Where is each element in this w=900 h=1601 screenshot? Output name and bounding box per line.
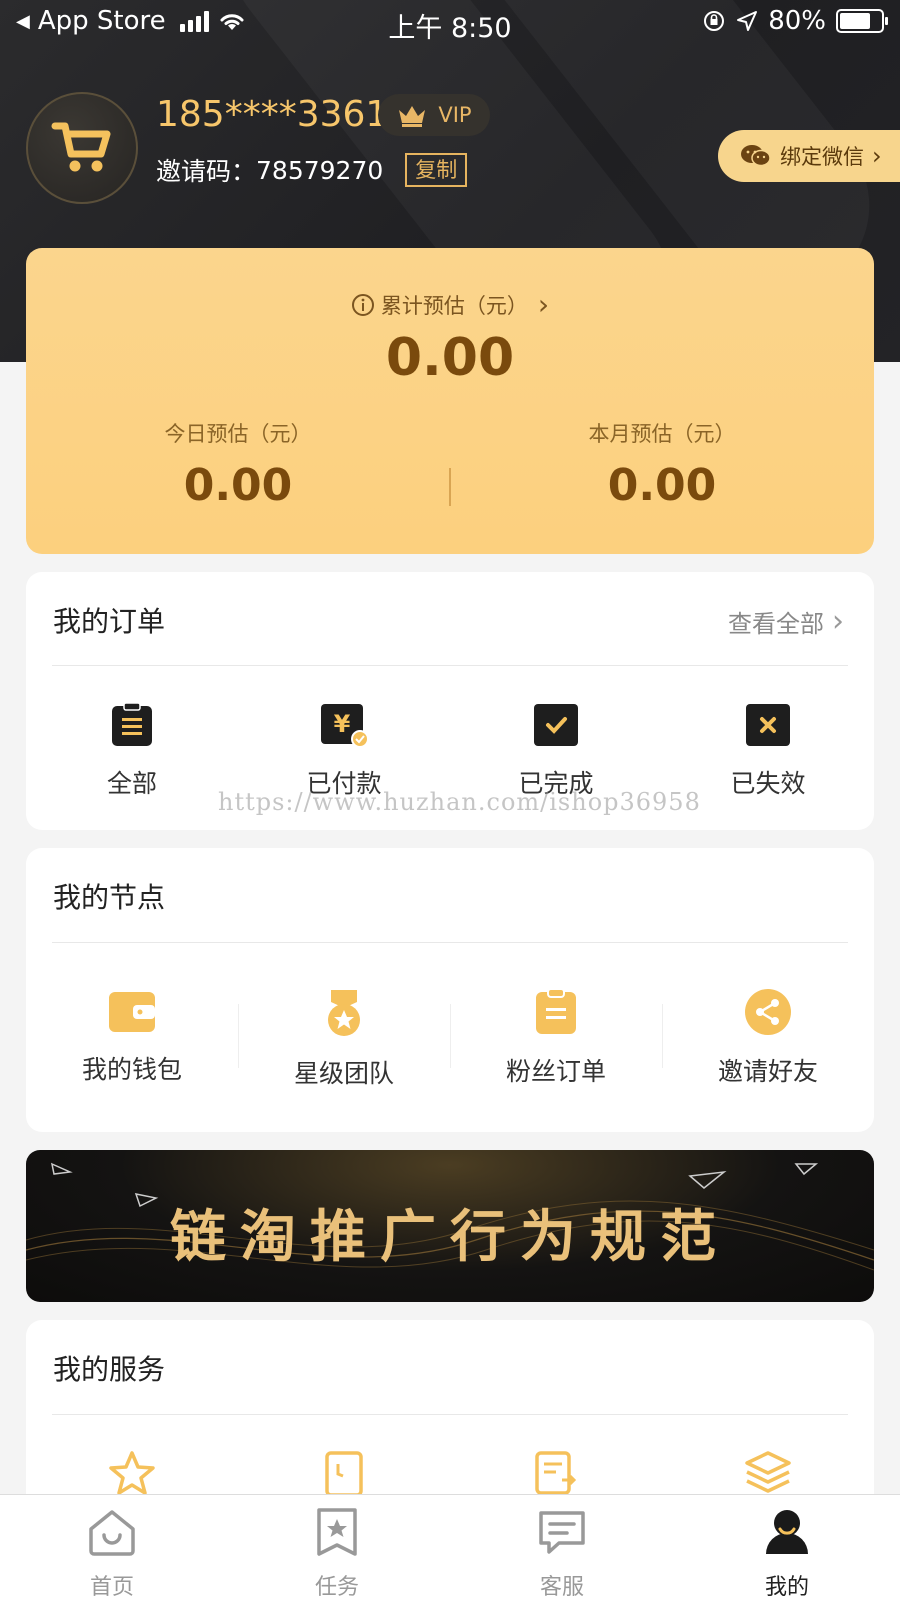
user-icon xyxy=(766,1510,808,1554)
view-all-orders-link[interactable]: 查看全部 › xyxy=(728,604,844,639)
divider xyxy=(52,942,848,943)
invite-prefix: 邀请码： xyxy=(156,157,257,186)
wechat-icon xyxy=(741,145,771,167)
tab-label: 任务 xyxy=(314,1575,359,1600)
info-icon xyxy=(351,293,374,316)
bookmark-icon xyxy=(325,1451,363,1497)
node-label: 我的钱包 xyxy=(81,1055,182,1084)
order-tab-completed[interactable]: 已完成 xyxy=(450,702,662,800)
service-item[interactable] xyxy=(662,1450,874,1500)
vip-label: VIP xyxy=(438,103,472,127)
bind-wechat-button[interactable]: 绑定微信 › xyxy=(718,130,900,182)
service-item[interactable] xyxy=(26,1450,238,1500)
nodes-title: 我的节点 xyxy=(53,881,166,914)
node-invite-friends[interactable]: 邀请好友 xyxy=(662,988,874,1088)
node-star-team[interactable]: 星级团队 xyxy=(238,988,450,1090)
task-icon xyxy=(317,1508,357,1556)
chevron-right-icon: › xyxy=(832,604,844,639)
tab-label: 客服 xyxy=(539,1575,584,1600)
vip-badge[interactable]: VIP xyxy=(378,94,490,136)
view-all-label: 查看全部 xyxy=(728,610,824,638)
total-earnings-value: 0.00 xyxy=(385,328,515,388)
wallet-icon xyxy=(109,992,155,1032)
medal-icon xyxy=(328,990,360,1036)
paid-icon: ¥ xyxy=(321,704,369,748)
total-earnings-label: 累计预估（元） xyxy=(380,293,528,318)
today-earnings-label: 今日预估（元） xyxy=(164,422,312,446)
home-icon xyxy=(89,1510,135,1556)
battery-icon xyxy=(836,9,888,33)
node-label: 邀请好友 xyxy=(717,1057,818,1086)
month-earnings-label: 本月预估（元） xyxy=(588,422,736,446)
invite-row: 邀请码： 78579270 复制 xyxy=(156,152,468,188)
bottom-tab-bar: 首页 任务 客服 我的 xyxy=(0,1494,900,1601)
chat-icon xyxy=(539,1511,585,1554)
invalid-icon xyxy=(746,704,790,746)
order-tab-invalid[interactable]: 已失效 xyxy=(662,702,874,800)
tab-tasks[interactable]: 任务 xyxy=(277,1507,397,1601)
avatar[interactable] xyxy=(26,92,138,204)
share-icon xyxy=(745,989,791,1035)
services-card: 我的服务 xyxy=(26,1320,874,1520)
rotation-lock-icon xyxy=(704,11,725,31)
banner-text: 链淘推广行为规范 xyxy=(170,1205,730,1270)
watermark-text: https://www.huzhan.com/ishop36958 xyxy=(218,788,701,816)
exchange-icon xyxy=(535,1451,577,1495)
tab-home[interactable]: 首页 xyxy=(52,1507,172,1601)
earnings-divider xyxy=(449,468,451,506)
location-arrow-icon xyxy=(737,11,758,31)
node-wallet[interactable]: 我的钱包 xyxy=(26,988,238,1086)
divider xyxy=(52,665,848,666)
nodes-card: 我的节点 我的钱包 星级团队 粉丝订单 邀请好友 xyxy=(26,848,874,1132)
tab-mine[interactable]: 我的 xyxy=(727,1507,847,1601)
tab-label: 我的 xyxy=(764,1575,809,1600)
shopping-cart-icon xyxy=(51,122,111,172)
order-tab-paid[interactable]: ¥ 已付款 xyxy=(238,702,450,800)
order-tab-all[interactable]: 全部 xyxy=(26,702,238,800)
month-earnings-value: 0.00 xyxy=(607,460,717,511)
node-label: 星级团队 xyxy=(293,1059,394,1088)
promo-banner[interactable]: 链淘推广行为规范 xyxy=(26,1150,874,1302)
user-phone: 185****3361 xyxy=(156,94,389,135)
divider xyxy=(52,1414,848,1415)
star-icon xyxy=(109,1451,155,1495)
orders-title: 我的订单 xyxy=(53,605,166,638)
earnings-card: 累计预估（元） › 0.00 今日预估（元） 0.00 本月预估（元） 0.00 xyxy=(26,248,874,554)
tab-label: 首页 xyxy=(89,1575,134,1600)
service-item[interactable] xyxy=(450,1450,662,1500)
clipboard-icon xyxy=(112,702,152,746)
svg-text:¥: ¥ xyxy=(334,710,351,738)
service-item[interactable] xyxy=(238,1450,450,1500)
chevron-right-icon: › xyxy=(537,288,550,321)
fans-order-icon xyxy=(536,988,576,1034)
node-label: 粉丝订单 xyxy=(505,1057,606,1086)
chevron-right-icon: › xyxy=(872,142,882,170)
order-tab-label: 全部 xyxy=(106,769,157,798)
total-earnings-link[interactable]: 累计预估（元） › xyxy=(26,288,874,321)
node-fans-orders[interactable]: 粉丝订单 xyxy=(450,988,662,1088)
battery-percent: 80% xyxy=(768,6,826,36)
status-bar: ◀ App Store 上午 8:50 80% xyxy=(0,0,900,46)
today-earnings-value: 0.00 xyxy=(183,460,293,511)
layers-icon xyxy=(745,1451,791,1493)
copy-button[interactable]: 复制 xyxy=(405,153,468,187)
bind-wechat-label: 绑定微信 xyxy=(780,145,864,169)
check-icon xyxy=(534,704,578,746)
crown-icon xyxy=(399,106,426,127)
services-title: 我的服务 xyxy=(53,1353,166,1386)
invite-code: 78579270 xyxy=(256,155,384,185)
tab-customer-service[interactable]: 客服 xyxy=(502,1507,622,1601)
